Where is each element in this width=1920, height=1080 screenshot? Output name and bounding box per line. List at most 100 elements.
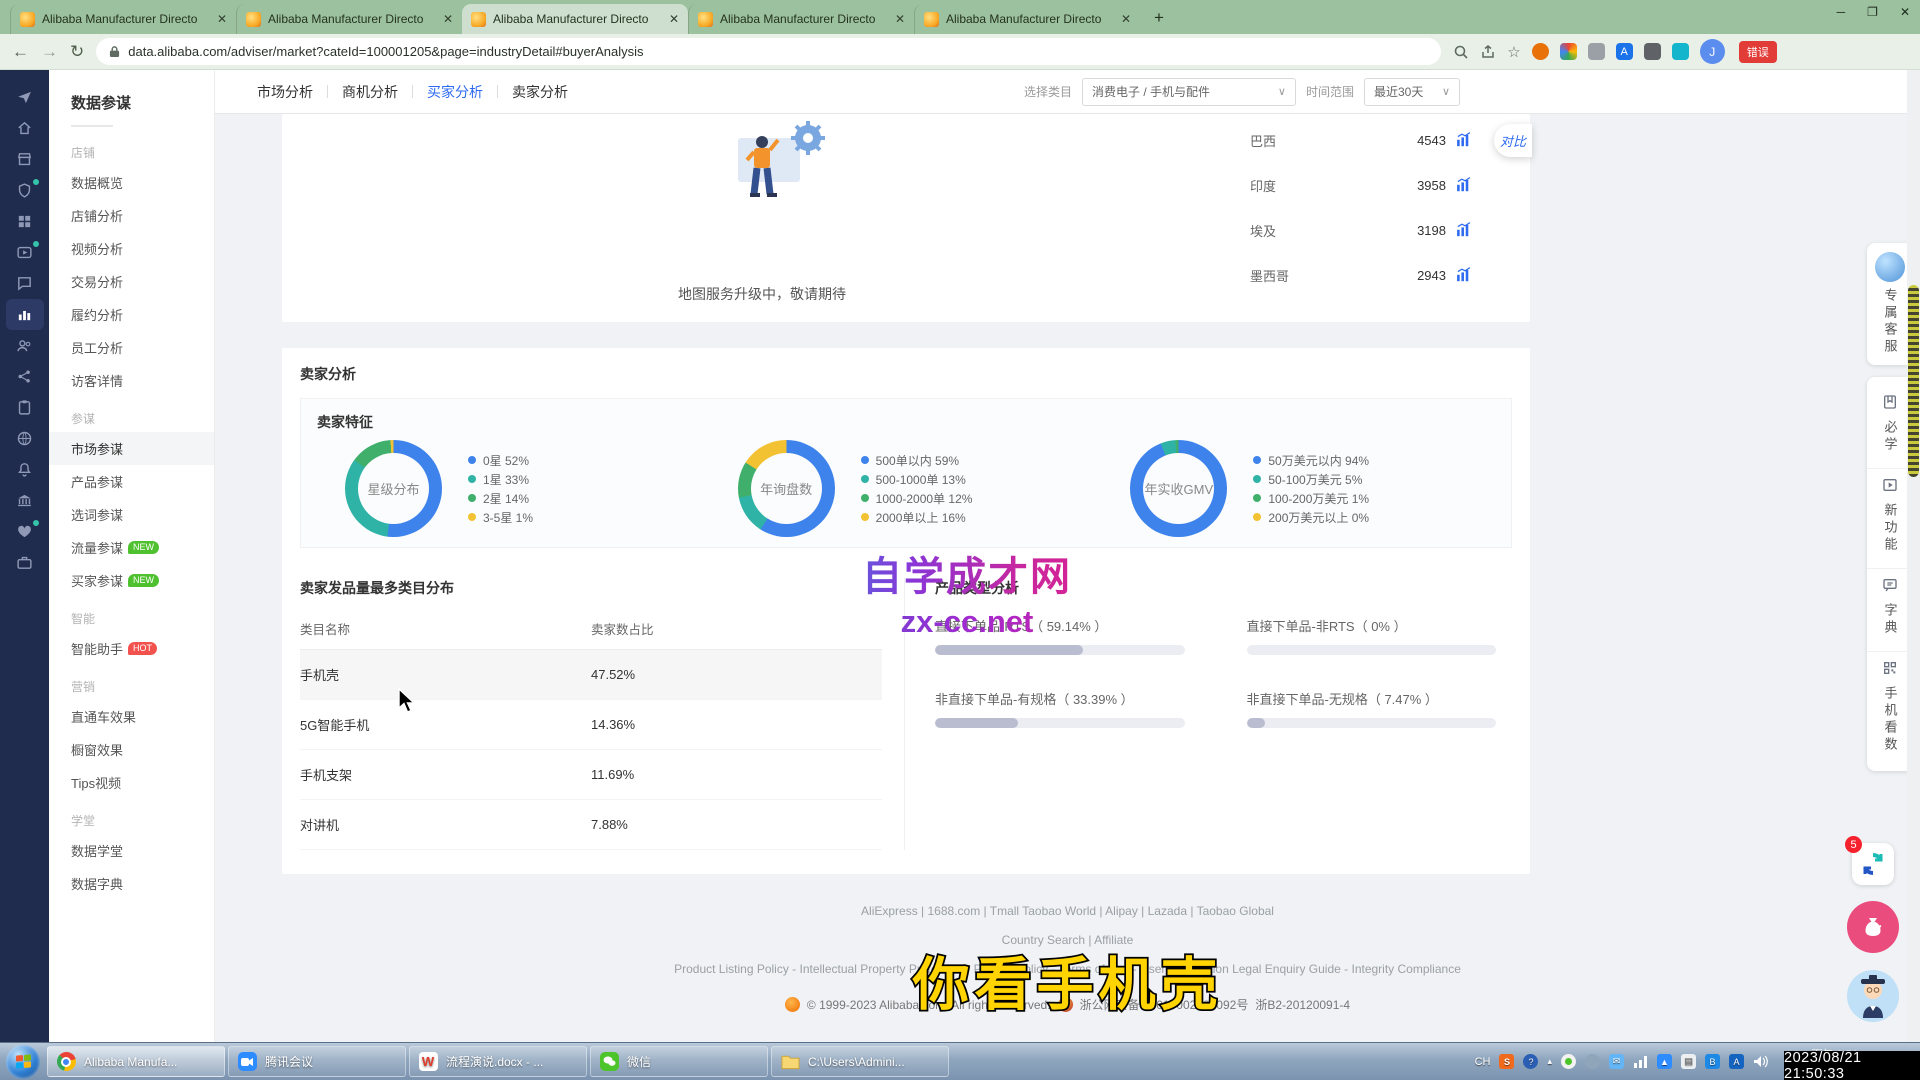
rail-bell-icon[interactable] [6, 454, 44, 485]
table-row[interactable]: 5G智能手机14.36% [300, 700, 882, 750]
sidebar-item-市场参谋[interactable]: 市场参谋 [49, 432, 214, 465]
extension-icon-teal[interactable] [1672, 43, 1689, 60]
language-indicator[interactable]: CH [1475, 1056, 1491, 1068]
footer-links-row1[interactable]: AliExpress | 1688.com | Tmall Taobao Wor… [215, 904, 1920, 918]
maximize-button[interactable]: ❐ [1867, 5, 1878, 19]
time-range-select[interactable]: 最近30天 ∨ [1364, 78, 1460, 106]
trend-chart-icon[interactable] [1455, 176, 1472, 195]
rail-home-icon[interactable] [6, 113, 44, 144]
wechat-tray-icon[interactable] [1561, 1054, 1576, 1069]
sidebar-item-买家参谋[interactable]: 买家参谋NEW [49, 564, 214, 597]
reload-icon[interactable]: ↻ [70, 43, 84, 60]
compare-button[interactable]: 对比 [1494, 124, 1532, 157]
browser-tab-2[interactable]: Alibaba Manufacturer Directo✕ [236, 4, 462, 34]
country-row[interactable]: 印度3958 [1250, 163, 1472, 208]
sidebar-item-Tips视频[interactable]: Tips视频 [49, 766, 214, 799]
tab-close-icon[interactable]: ✕ [443, 12, 453, 26]
browser-tab-5[interactable]: Alibaba Manufacturer Directo✕ [914, 4, 1140, 34]
tab-商机分析[interactable]: 商机分析 [328, 82, 412, 102]
sidebar-item-数据概览[interactable]: 数据概览 [49, 166, 214, 199]
rail-share-icon[interactable] [6, 361, 44, 392]
sidebar-item-交易分析[interactable]: 交易分析 [49, 265, 214, 298]
bluetooth-tray-icon[interactable]: B [1705, 1054, 1720, 1069]
tab-close-icon[interactable]: ✕ [895, 12, 905, 26]
help-icon[interactable]: ? [1523, 1054, 1538, 1069]
sidebar-item-流量参谋[interactable]: 流量参谋NEW [49, 531, 214, 564]
student-avatar[interactable] [1847, 970, 1899, 1022]
signal-tray-icon[interactable] [1633, 1055, 1648, 1068]
rail-briefcase-icon[interactable] [6, 547, 44, 578]
browser-tab-4[interactable]: Alibaba Manufacturer Directo✕ [688, 4, 914, 34]
back-icon[interactable]: ← [12, 43, 29, 60]
rail-users-icon[interactable] [6, 330, 44, 361]
category-select[interactable]: 消费电子 / 手机与配件 ∨ [1082, 78, 1296, 106]
country-row[interactable]: 埃及3198 [1250, 208, 1472, 253]
trend-chart-icon[interactable] [1455, 221, 1472, 240]
rail-grid-icon[interactable] [6, 206, 44, 237]
sidebar-item-选词参谋[interactable]: 选词参谋 [49, 498, 214, 531]
taskbar-button-wps[interactable]: W流程演说.docx - ... [409, 1046, 587, 1077]
start-button[interactable] [6, 1045, 40, 1079]
network-tray-icon[interactable] [1585, 1054, 1600, 1069]
table-row[interactable]: 对讲机7.88% [300, 800, 882, 850]
rail-globe-icon[interactable] [6, 423, 44, 454]
rail-paper-plane-icon[interactable] [6, 82, 44, 113]
sidebar-item-视频分析[interactable]: 视频分析 [49, 232, 214, 265]
sidebar-item-产品参谋[interactable]: 产品参谋 [49, 465, 214, 498]
tab-close-icon[interactable]: ✕ [1121, 12, 1131, 26]
extension-icon-gray[interactable] [1588, 43, 1605, 60]
browser-tab-1[interactable]: Alibaba Manufacturer Directo✕ [10, 4, 236, 34]
tab-close-icon[interactable]: ✕ [669, 12, 679, 26]
country-row[interactable]: 巴西4543 [1250, 118, 1472, 163]
footer-links-row2[interactable]: Country Search | Affiliate [215, 933, 1920, 947]
country-row[interactable]: 墨西哥2943 [1250, 253, 1472, 298]
profile-avatar[interactable]: J [1700, 39, 1725, 64]
table-row[interactable]: 手机支架11.69% [300, 750, 882, 800]
tab-卖家分析[interactable]: 卖家分析 [498, 82, 582, 102]
rail-heart-icon[interactable] [6, 516, 44, 547]
scrollbar-thumb[interactable] [1908, 285, 1919, 477]
forward-icon[interactable]: → [41, 43, 58, 60]
rail-video-icon[interactable] [6, 237, 44, 268]
sidebar-item-数据学堂[interactable]: 数据学堂 [49, 834, 214, 867]
sidebar-item-智能助手[interactable]: 智能助手HOT [49, 632, 214, 665]
sidebar-item-店铺分析[interactable]: 店铺分析 [49, 199, 214, 232]
sidebar-item-数据字典[interactable]: 数据字典 [49, 867, 214, 900]
new-tab-button[interactable]: + [1146, 6, 1172, 30]
tab-市场分析[interactable]: 市场分析 [243, 82, 327, 102]
url-bar[interactable]: data.alibaba.com/adviser/market?cateId=1… [96, 38, 1441, 65]
meeting-tray-icon[interactable]: ▲ [1657, 1054, 1672, 1069]
tab-买家分析[interactable]: 买家分析 [413, 82, 497, 102]
sidebar-item-履约分析[interactable]: 履约分析 [49, 298, 214, 331]
mail-tray-icon[interactable]: ✉ [1609, 1054, 1624, 1069]
footer-policy-row[interactable]: Product Listing Policy - Intellectual Pr… [215, 962, 1920, 976]
rail-shield-icon[interactable] [6, 175, 44, 206]
ime-tray-icon[interactable]: A [1729, 1054, 1744, 1069]
table-row[interactable]: 手机壳47.52% [300, 650, 882, 700]
sidebar-item-直通车效果[interactable]: 直通车效果 [49, 700, 214, 733]
tray-expand-icon[interactable]: ▴ [1547, 1056, 1552, 1067]
taskbar-button-meeting[interactable]: 腾讯会议 [228, 1046, 406, 1077]
volume-tray-icon[interactable] [1753, 1055, 1768, 1068]
sidebar-item-橱窗效果[interactable]: 橱窗效果 [49, 733, 214, 766]
search-icon[interactable] [1453, 44, 1469, 60]
browser-tab-3[interactable]: Alibaba Manufacturer Directo✕ [462, 4, 688, 34]
rail-clipboard-icon[interactable] [6, 392, 44, 423]
extension-icon-multicolor[interactable] [1560, 43, 1577, 60]
extension-icon-orange[interactable] [1532, 43, 1549, 60]
page-scrollbar[interactable] [1907, 70, 1920, 1042]
trend-chart-icon[interactable] [1455, 266, 1472, 285]
bookmark-star-icon[interactable]: ☆ [1507, 43, 1520, 61]
sidebar-item-员工分析[interactable]: 员工分析 [49, 331, 214, 364]
taskbar-button-wechat[interactable]: 微信 [590, 1046, 768, 1077]
sogou-icon[interactable]: S [1499, 1054, 1514, 1069]
rail-bank-icon[interactable] [6, 485, 44, 516]
rewards-float-button[interactable] [1847, 901, 1899, 953]
close-button[interactable]: ✕ [1900, 5, 1910, 19]
clipboard-tray-icon[interactable]: ▤ [1681, 1054, 1696, 1069]
sync-float-button[interactable]: 5 [1852, 843, 1894, 885]
minimize-button[interactable]: ─ [1837, 5, 1846, 19]
taskbar-button-folder[interactable]: C:\Users\Admini... [771, 1046, 949, 1077]
trend-chart-icon[interactable] [1455, 131, 1472, 150]
extension-icon-translate[interactable]: A [1616, 43, 1633, 60]
